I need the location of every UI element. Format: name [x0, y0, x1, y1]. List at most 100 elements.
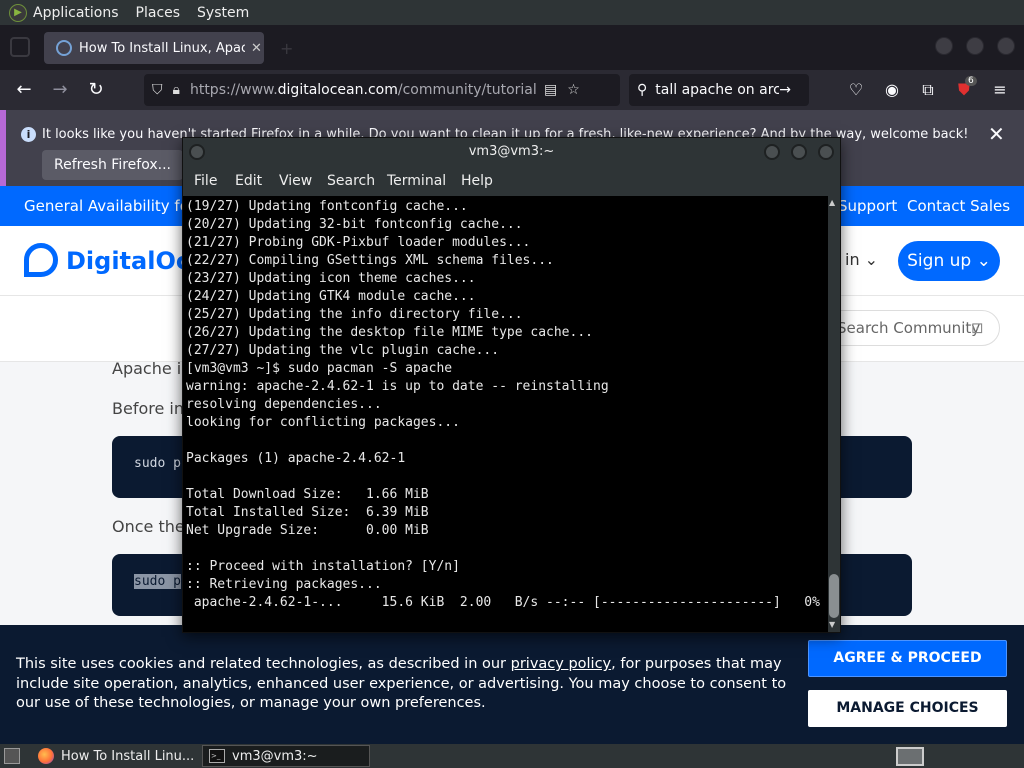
terminal-titlebar[interactable]: vm3@vm3:~ — [183, 138, 840, 166]
terminal-line: resolving dependencies... — [186, 397, 382, 412]
maximize-icon[interactable] — [791, 144, 807, 160]
close-icon[interactable] — [818, 144, 834, 160]
workspace-switcher[interactable] — [896, 747, 924, 766]
terminal-line: Net Upgrade Size: 0.00 MiB — [186, 523, 429, 538]
refresh-firefox-button[interactable]: Refresh Firefox... — [42, 150, 183, 180]
terminal-line: :: Proceed with installation? [Y/n] — [186, 559, 460, 574]
pocket-icon[interactable]: ♡ — [846, 80, 866, 100]
login-link[interactable]: in ⌄ — [845, 250, 878, 269]
new-tab-icon[interactable]: + — [280, 39, 293, 58]
manage-choices-button[interactable]: MANAGE CHOICES — [808, 690, 1007, 727]
terminal-line: Total Download Size: 1.66 MiB — [186, 487, 429, 502]
lock-icon[interactable]: 🔒︎ — [173, 82, 180, 98]
sign-up-button[interactable]: Sign up ⌄ — [898, 241, 1000, 281]
minimize-window-button[interactable] — [935, 37, 953, 55]
search-text[interactable]: tall apache on arch — [655, 82, 779, 98]
scroll-down-arrow-icon[interactable]: ▼ — [829, 620, 835, 629]
menu-help[interactable]: Help — [461, 173, 493, 189]
terminal-icon: >_ — [209, 749, 225, 763]
reader-view-icon[interactable]: ▤ — [544, 82, 557, 98]
places-menu[interactable]: Places — [136, 5, 181, 21]
cookie-banner: This site uses cookies and related techn… — [0, 625, 1024, 744]
url-text[interactable]: https://www.digitalocean.com/community/t… — [190, 82, 536, 98]
window-menu-icon[interactable] — [189, 144, 205, 160]
scrollbar-thumb[interactable] — [829, 574, 839, 618]
terminal-menubar: File Edit View Search Terminal Help — [183, 167, 840, 195]
extension-badge: 6 — [965, 76, 977, 86]
contact-sales-link[interactable]: Contact Sales — [907, 197, 1010, 215]
taskbar-terminal-item[interactable]: >_ vm3@vm3:~ — [202, 745, 370, 767]
taskbar-firefox-item[interactable]: How To Install Linu... — [32, 745, 198, 767]
close-tab-icon[interactable]: ✕ — [251, 41, 262, 56]
terminal-line: (24/27) Updating GTK4 module cache... — [186, 289, 476, 304]
terminal-line: looking for conflicting packages... — [186, 415, 460, 430]
system-menu[interactable]: System — [197, 5, 249, 21]
shield-icon[interactable]: ⛉ — [152, 82, 163, 98]
tab-strip: How To Install Linux, Apach ✕ + — [0, 25, 1024, 70]
terminal-line: (22/27) Compiling GSettings XML schema f… — [186, 253, 554, 268]
scroll-up-arrow-icon[interactable]: ▲ — [829, 198, 835, 207]
bookmark-star-icon[interactable]: ☆ — [567, 82, 580, 98]
terminal-line: Packages (1) apache-2.4.62-1 — [186, 451, 406, 466]
applications-menu[interactable]: Applications — [33, 5, 119, 21]
menu-file[interactable]: File — [194, 173, 217, 189]
search-shortcut-icon: ⊡ — [971, 319, 984, 337]
terminal-line: Total Installed Size: 6.39 MiB — [186, 505, 429, 520]
menu-hamburger-icon[interactable]: ≡ — [990, 80, 1010, 100]
extensions-icon[interactable]: ⧉ — [918, 80, 938, 100]
terminal-lines: (19/27) Updating fontconfig cache... (20/… — [186, 198, 820, 612]
terminal-line: (20/27) Updating 32-bit fontconfig cache… — [186, 217, 523, 232]
terminal-line: (19/27) Updating fontconfig cache... — [186, 199, 468, 214]
menu-search[interactable]: Search — [327, 173, 375, 189]
search-go-arrow-icon[interactable]: → — [779, 82, 791, 98]
paragraph: Apache is — [112, 359, 190, 378]
forward-arrow-icon[interactable]: → — [48, 78, 72, 102]
close-window-button[interactable] — [997, 37, 1015, 55]
globe-icon — [56, 40, 72, 56]
tab-overview-icon[interactable] — [10, 37, 30, 57]
terminal-window[interactable]: vm3@vm3:~ File Edit View Search Terminal… — [182, 137, 841, 633]
cookie-text: This site uses cookies and related techn… — [16, 656, 787, 711]
terminal-line: [vm3@vm3 ~]$ sudo pacman -S apache — [186, 361, 453, 376]
agree-proceed-button[interactable]: AGREE & PROCEED — [808, 640, 1007, 677]
maximize-window-button[interactable] — [966, 37, 984, 55]
info-icon: i — [21, 127, 36, 142]
browser-tab-active[interactable]: How To Install Linux, Apach ✕ — [44, 32, 264, 64]
close-notification-icon[interactable]: ✕ — [988, 122, 1005, 146]
terminal-line: apache-2.4.62-1-... 15.6 KiB 2.00 B/s --… — [186, 595, 820, 610]
menu-view[interactable]: View — [279, 173, 312, 189]
show-desktop-icon[interactable] — [4, 748, 20, 764]
search-bar[interactable]: ⚲ tall apache on arch → — [629, 74, 809, 106]
paragraph: Before ins — [112, 399, 193, 418]
digitalocean-logo-icon[interactable] — [24, 243, 58, 277]
terminal-line: warning: apache-2.4.62-1 is up to date -… — [186, 379, 609, 394]
terminal-output[interactable]: (19/27) Updating fontconfig cache... (20/… — [183, 196, 828, 632]
terminal-line: (26/27) Updating the desktop file MIME t… — [186, 325, 593, 340]
terminal-line: :: Retrieving packages... — [186, 577, 382, 592]
terminal-line: (27/27) Updating the vlc plugin cache... — [186, 343, 500, 358]
menu-terminal[interactable]: Terminal — [387, 173, 446, 189]
url-bar[interactable]: ⛉ 🔒︎ https://www.digitalocean.com/commun… — [144, 74, 620, 106]
search-icon: ⚲ — [637, 82, 648, 98]
tab-title: How To Install Linux, Apach — [79, 40, 245, 56]
account-icon[interactable]: ◉ — [882, 80, 902, 100]
menu-edit[interactable]: Edit — [235, 173, 262, 189]
bottom-taskbar: How To Install Linu... >_ vm3@vm3:~ — [0, 744, 1024, 768]
terminal-title: vm3@vm3:~ — [468, 144, 555, 159]
paragraph: Once the — [112, 517, 185, 536]
support-link[interactable]: Support — [838, 197, 897, 215]
terminal-scrollbar[interactable]: ▲ ▼ — [828, 196, 840, 632]
top-panel: ▶ Applications Places System — [0, 0, 1024, 25]
privacy-policy-link[interactable]: privacy policy — [511, 656, 612, 672]
terminal-line: (25/27) Updating the info directory file… — [186, 307, 523, 322]
terminal-line: (21/27) Probing GDK-Pixbuf loader module… — [186, 235, 531, 250]
firefox-icon — [38, 748, 54, 764]
terminal-line: (23/27) Updating icon theme caches... — [186, 271, 476, 286]
reload-icon[interactable]: ↻ — [84, 78, 108, 102]
back-arrow-icon[interactable]: ← — [12, 78, 36, 102]
minimize-icon[interactable] — [764, 144, 780, 160]
distro-logo-icon[interactable]: ▶ — [9, 3, 27, 22]
